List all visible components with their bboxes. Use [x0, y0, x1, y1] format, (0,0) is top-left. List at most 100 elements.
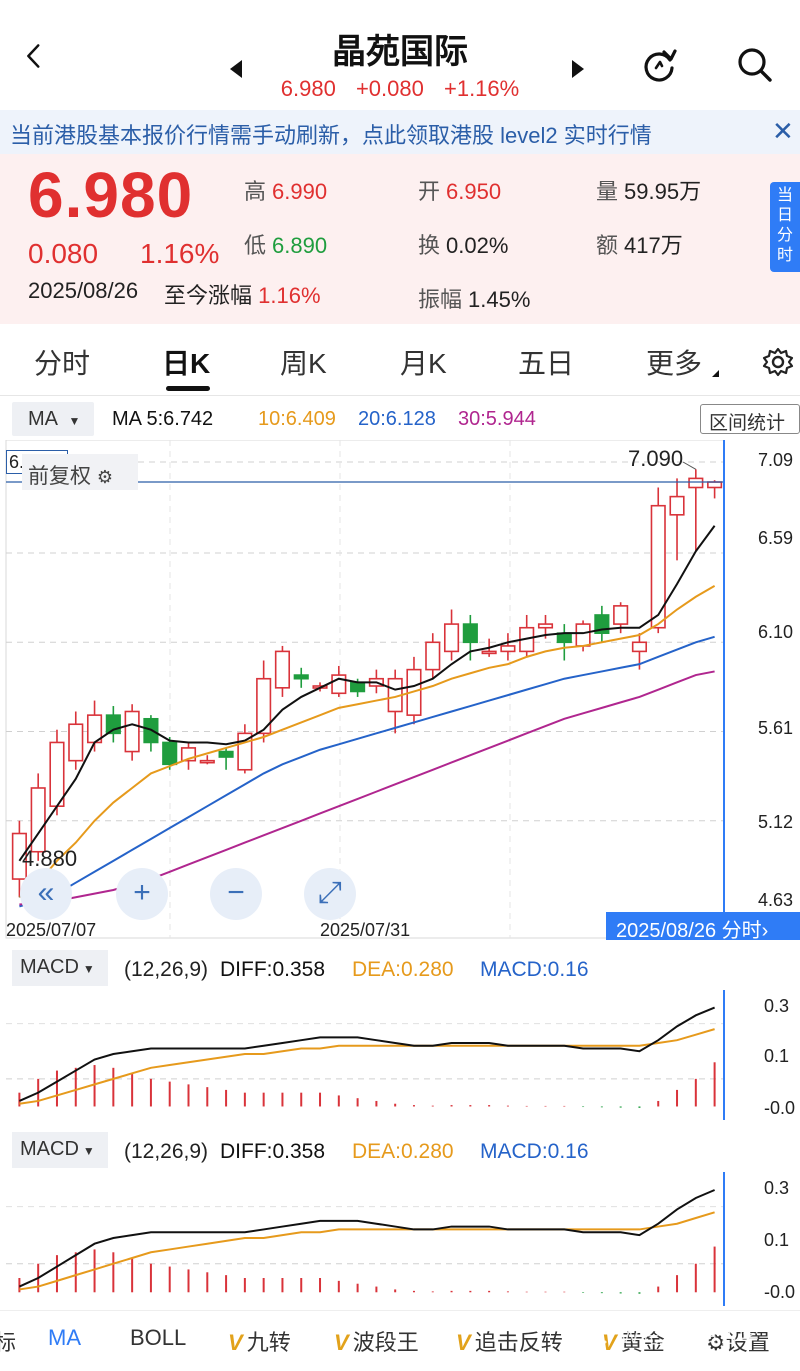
candle-body: [631, 641, 648, 653]
ma-line-ma30: [19, 670, 715, 906]
refresh-icon[interactable]: [640, 46, 678, 84]
chart-settings-gear-icon[interactable]: [762, 346, 794, 378]
banner-close-icon[interactable]: ✕: [772, 116, 794, 147]
candle-body: [30, 787, 46, 853]
candle-body: [650, 504, 666, 629]
tab-intraday[interactable]: 分时: [34, 342, 90, 382]
candlestick-chart[interactable]: [0, 440, 800, 940]
candle-body: [199, 759, 215, 764]
scroll-back-button[interactable]: «: [20, 868, 72, 920]
x-date-mid: 2025/07/31: [320, 920, 411, 940]
indicator-boduanwang-label: 波段王: [352, 1330, 419, 1355]
ma-selector-dropdown-icon: ▼: [68, 414, 81, 428]
high-mark-pointer: [682, 461, 697, 470]
macd-chart[interactable]: [0, 990, 800, 1120]
stat-amplitude: 振幅 1.45%: [418, 282, 530, 314]
active-tab-indicator: [166, 386, 210, 391]
macd-dropdown-icon: ▼: [82, 962, 95, 976]
ma-indicator-row: MA ▼ MA 5:6.742 10:6.409 20:6.128 30:5.9…: [0, 400, 800, 440]
indicator-boduanwang[interactable]: V 波段王: [334, 1325, 419, 1357]
indicator-zhuiji[interactable]: V 追击反转: [456, 1325, 563, 1357]
adjust-type-label: 前复权: [28, 465, 91, 488]
vip-v-icon: V: [456, 1330, 471, 1355]
header-change: +0.080: [355, 76, 424, 101]
search-icon[interactable]: [736, 46, 774, 84]
y-label: 6.10: [758, 622, 794, 642]
candle-body: [575, 623, 591, 647]
x-date-start: 2025/07/07: [6, 920, 97, 940]
stat-low-label: 低: [244, 233, 267, 258]
watermark: 雪球：W先生投资哲学: [560, 1326, 759, 1348]
tab-more[interactable]: 更多: [646, 342, 702, 382]
candle-body: [68, 723, 84, 762]
quote-panel: 6.980 0.080 1.16% 2025/08/26 至今涨幅 1.16% …: [0, 154, 800, 324]
more-dropdown-icon[interactable]: [712, 370, 719, 377]
indicator-boll[interactable]: BOLL: [130, 1325, 186, 1351]
stat-turnover: 换 0.02%: [418, 228, 508, 260]
stat-low-value: 6.890: [272, 233, 328, 258]
stat-amplitude-value: 1.45%: [468, 287, 531, 312]
y-label: 4.63: [758, 890, 794, 910]
macd-dea: DEA:0.280: [352, 958, 454, 981]
level2-banner[interactable]: 当前港股基本报价行情需手动刷新，点此领取港股 level2 实时行情 ✕: [0, 110, 800, 154]
macd-params: (12,26,9): [124, 958, 209, 981]
macd-chart[interactable]: [0, 1172, 800, 1306]
stat-amount: 额 417万: [596, 228, 683, 260]
indicator-jiuzhuan[interactable]: V 九转: [228, 1325, 291, 1357]
macd-params: (12,26,9): [124, 1140, 209, 1163]
ma-line-ma5: [18, 525, 716, 862]
macd-selector[interactable]: MACD ▼: [12, 1132, 108, 1168]
tab-five-day[interactable]: 五日: [518, 342, 574, 382]
tab-monthly[interactable]: 月K: [400, 342, 447, 382]
stat-volume: 量 59.95万: [596, 174, 701, 206]
candle-body: [124, 710, 140, 753]
stat-amount-value: 417万: [624, 233, 683, 258]
current-price: 6.980: [28, 159, 194, 231]
stock-title: 晶苑国际: [332, 33, 468, 71]
since-value: 1.16%: [258, 283, 321, 308]
candle-body: [613, 605, 629, 625]
stat-volume-value: 59.95万: [624, 179, 702, 204]
indicator-ma[interactable]: MA: [48, 1325, 81, 1351]
vip-v-icon: V: [334, 1330, 349, 1355]
zoom-in-button[interactable]: +: [116, 868, 168, 920]
adjust-gear-icon: ⚙: [96, 467, 113, 487]
stat-low: 低 6.890: [244, 228, 327, 260]
intraday-side-tab[interactable]: 当日分时: [770, 182, 800, 272]
fullscreen-button[interactable]: ⤢: [304, 868, 356, 920]
ma-selector[interactable]: MA ▼: [12, 402, 94, 436]
adjust-type-selector[interactable]: 前复权 ⚙: [22, 454, 138, 490]
candle-body: [425, 641, 441, 671]
candle-body: [49, 741, 65, 807]
tab-daily[interactable]: 日K: [162, 342, 210, 382]
macd-dropdown-icon: ▼: [82, 1144, 95, 1158]
indicator-jiuzhuan-label: 九转: [246, 1330, 291, 1355]
range-stats-button[interactable]: 区间统计: [700, 404, 800, 434]
candle-body: [481, 650, 497, 655]
candle-body: [274, 650, 291, 689]
diff-line: [18, 1189, 715, 1288]
stat-open-value: 6.950: [446, 179, 502, 204]
header-change-pct: +1.16%: [443, 76, 520, 101]
ma-selector-label: MA: [28, 408, 57, 430]
candle-body: [443, 623, 460, 653]
indicator-biao[interactable]: 标: [0, 1325, 16, 1357]
price-change: 0.080: [28, 238, 99, 269]
macd-selector[interactable]: MACD ▼: [12, 950, 108, 986]
macd-diff: DIFF:0.358: [220, 958, 326, 981]
header-quote: 6.980 +0.080 +1.16%: [0, 76, 800, 102]
dea-line: [19, 1028, 715, 1105]
candle-body: [162, 741, 178, 766]
macd-value: MACD:0.16: [480, 1140, 589, 1163]
diff-line: [18, 1006, 715, 1102]
candle-body: [688, 477, 704, 489]
banner-text[interactable]: 当前港股基本报价行情需手动刷新，点此领取港股 level2 实时行情: [10, 118, 652, 150]
tab-weekly[interactable]: 周K: [280, 342, 327, 382]
crosshair-date-tag[interactable]: 2025/08/26 分时›: [606, 912, 800, 940]
candle-body: [500, 645, 516, 653]
ma30-value: 30:5.944: [458, 408, 536, 430]
zoom-out-button[interactable]: −: [210, 868, 262, 920]
y-label: 6.59: [758, 528, 794, 548]
macd-diff: DIFF:0.358: [220, 1140, 326, 1163]
stat-high-label: 高: [244, 179, 267, 204]
